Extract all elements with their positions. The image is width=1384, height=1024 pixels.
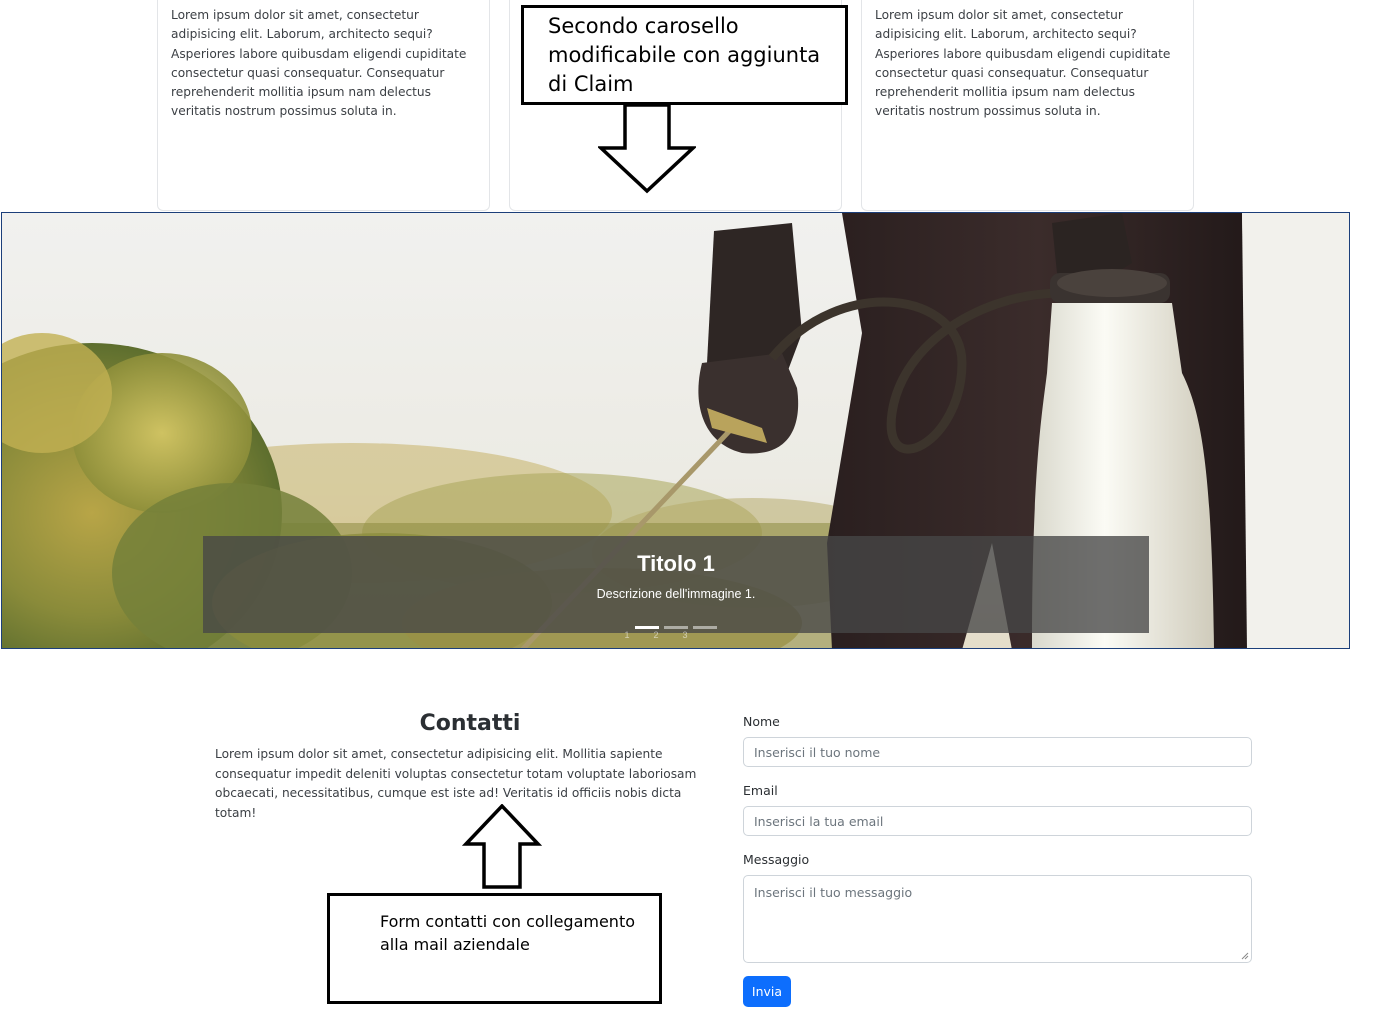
form-annotation-text: Form contatti con collegamento alla mail…	[380, 912, 635, 954]
arrow-up-icon	[462, 804, 542, 889]
arrow-down-icon	[598, 104, 696, 194]
carousel-caption: Titolo 1 Descrizione dell'immagine 1.	[203, 536, 1149, 633]
submit-button[interactable]: Invia	[743, 976, 791, 1007]
name-placeholder: Inserisci il tuo nome	[754, 745, 881, 760]
card-text: Lorem ipsum dolor sit amet, consectetur …	[875, 8, 1171, 119]
message-field[interactable]: Inserisci il tuo messaggio	[743, 875, 1252, 963]
caption-title: Titolo 1	[637, 551, 715, 576]
email-label: Email	[743, 783, 778, 798]
email-placeholder: Inserisci la tua email	[754, 814, 884, 829]
email-field[interactable]: Inserisci la tua email	[743, 806, 1252, 836]
card: Lorem ipsum dolor sit amet, consectetur …	[861, 0, 1194, 211]
name-field[interactable]: Inserisci il tuo nome	[743, 737, 1252, 767]
indicator-number: 2	[653, 630, 659, 640]
caption-description: Descrizione dell'immagine 1.	[596, 587, 756, 601]
image-carousel[interactable]: Titolo 1 Descrizione dell'immagine 1. 1 …	[1, 212, 1350, 649]
card-text: Lorem ipsum dolor sit amet, consectetur …	[171, 8, 467, 119]
carousel-annotation-text: Secondo carosello modificabile con aggiu…	[548, 14, 821, 96]
carousel-indicator-1[interactable]	[635, 626, 659, 629]
carousel-indicator-3[interactable]	[693, 626, 717, 629]
message-label: Messaggio	[743, 852, 810, 867]
carousel-indicator-2[interactable]	[664, 626, 688, 629]
indicator-number: 3	[682, 630, 688, 640]
resize-grip-icon[interactable]	[1241, 952, 1249, 960]
form-annotation-box: Form contatti con collegamento alla mail…	[327, 893, 662, 1004]
card: Lorem ipsum dolor sit amet, consectetur …	[157, 0, 490, 211]
contact-title: Contatti	[419, 711, 521, 736]
carousel-annotation-box: Secondo carosello modificabile con aggiu…	[521, 5, 848, 105]
name-label: Nome	[743, 714, 780, 729]
message-placeholder: Inserisci il tuo messaggio	[754, 885, 913, 900]
indicator-number: 1	[624, 630, 630, 640]
